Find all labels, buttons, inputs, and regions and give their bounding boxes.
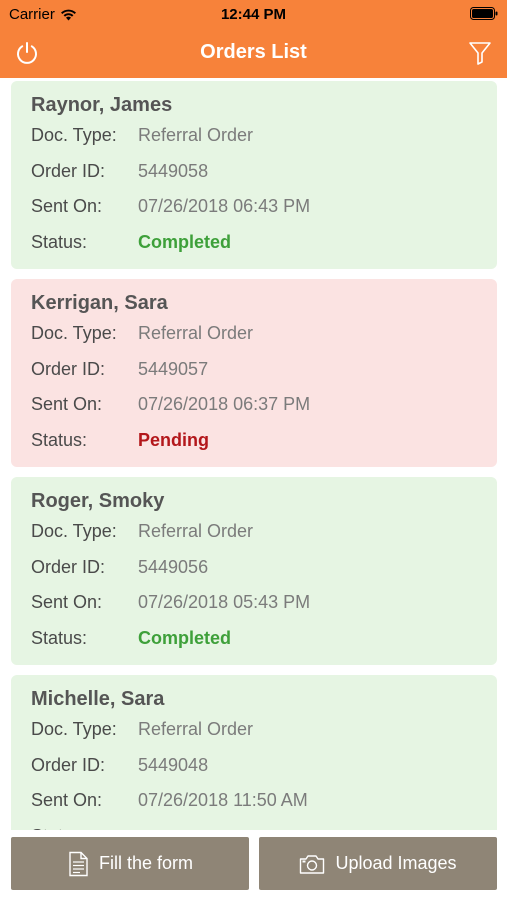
status-badge: Completed <box>138 231 232 252</box>
order-status-row: Status: Completed <box>31 620 477 656</box>
order-card[interactable]: Kerrigan, Sara Doc. Type: Referral Order Or… <box>11 279 497 467</box>
order-order-id-row: Order ID: 5449056 <box>31 549 477 585</box>
order-order-id-label: Order ID: <box>31 358 106 379</box>
order-doc-type-label: Doc. Type: <box>31 323 117 343</box>
order-sent-on-row: Sent On: 07/26/2018 11:50 AM <box>31 782 477 818</box>
document-icon <box>69 851 88 876</box>
order-doc-type-label: Doc. Type: <box>31 521 117 541</box>
order-sent-on-label: Sent On: <box>31 196 103 216</box>
order-sent-on-row: Sent On: 07/26/2018 05:43 PM <box>31 584 477 620</box>
order-doc-type-row: Doc. Type: Referral Order <box>31 117 477 153</box>
order-doc-type-label: Doc. Type: <box>31 125 117 145</box>
status-badge: Completed <box>138 627 232 648</box>
order-order-id-value: 5449048 <box>138 754 209 775</box>
camera-icon <box>300 854 325 874</box>
orders-list[interactable]: Raynor, James Doc. Type: Referral Order Ord… <box>0 78 507 830</box>
order-sent-on-value: 07/26/2018 06:43 PM <box>138 196 311 216</box>
order-patient-name: Raynor, James <box>31 94 173 116</box>
fill-form-label: Fill the form <box>98 853 194 873</box>
order-doc-type-value: Referral Order <box>138 323 254 343</box>
order-order-id-row: Order ID: 5449057 <box>31 351 477 387</box>
order-patient-name: Kerrigan, Sara <box>31 292 168 314</box>
fill-form-button[interactable]: Fill the form <box>11 837 249 890</box>
order-order-id-value: 5449056 <box>138 556 209 577</box>
order-sent-on-value: 07/26/2018 05:43 PM <box>138 592 311 612</box>
order-order-id-row: Order ID: 5449058 <box>31 153 477 189</box>
order-sent-on-label: Sent On: <box>31 394 103 414</box>
order-order-id-row: Order ID: 5449048 <box>31 747 477 783</box>
order-sent-on-row: Sent On: 07/26/2018 06:37 PM <box>31 386 477 422</box>
order-order-id-label: Order ID: <box>31 556 106 577</box>
order-sent-on-row: Sent On: 07/26/2018 06:43 PM <box>31 188 477 224</box>
filter-icon[interactable] <box>467 40 493 66</box>
order-order-id-label: Order ID: <box>31 160 106 181</box>
nav-bar: Orders List <box>0 28 507 78</box>
order-patient-name: Roger, Smoky <box>31 490 165 512</box>
status-badge: Pending <box>138 429 209 450</box>
status-bar: Carrier 12:44 PM <box>0 0 507 28</box>
order-status-label: Status: <box>31 627 88 648</box>
order-status-row: Status: <box>31 818 477 831</box>
order-doc-type-row: Doc. Type: Referral Order <box>31 711 477 747</box>
order-sent-on-value: 07/26/2018 06:37 PM <box>138 394 311 414</box>
order-sent-on-label: Sent On: <box>31 790 103 810</box>
order-doc-type-row: Doc. Type: Referral Order <box>31 315 477 351</box>
upload-images-button[interactable]: Upload Images <box>259 837 497 890</box>
order-doc-type-value: Referral Order <box>138 719 254 739</box>
order-order-id-value: 5449058 <box>138 160 209 181</box>
order-sent-on-label: Sent On: <box>31 592 103 612</box>
order-doc-type-value: Referral Order <box>138 521 254 541</box>
order-doc-type-row: Doc. Type: Referral Order <box>31 513 477 549</box>
bottom-bar: Fill the form Upload Images <box>0 830 507 900</box>
order-status-label: Status: <box>31 231 88 252</box>
order-card[interactable]: Roger, Smoky Doc. Type: Referral Order Orde… <box>11 477 497 665</box>
status-time: 12:44 PM <box>220 6 287 23</box>
order-sent-on-value: 07/26/2018 11:50 AM <box>138 790 308 810</box>
order-doc-type-value: Referral Order <box>138 125 254 145</box>
order-card[interactable]: Raynor, James Doc. Type: Referral Order Ord… <box>11 81 497 269</box>
order-doc-type-label: Doc. Type: <box>31 719 117 739</box>
order-order-id-value: 5449057 <box>138 358 209 379</box>
battery-icon <box>470 7 498 24</box>
order-status-label: Status: <box>31 429 88 450</box>
page-title: Orders List <box>200 41 307 63</box>
order-order-id-label: Order ID: <box>31 754 106 775</box>
order-status-row: Status: Pending <box>31 422 477 458</box>
order-card[interactable]: Michelle, Sara Doc. Type: Referral Order Or… <box>11 675 497 830</box>
order-patient-name: Michelle, Sara <box>31 688 165 710</box>
upload-images-label: Upload Images <box>335 853 457 873</box>
order-status-row: Status: Completed <box>31 224 477 260</box>
